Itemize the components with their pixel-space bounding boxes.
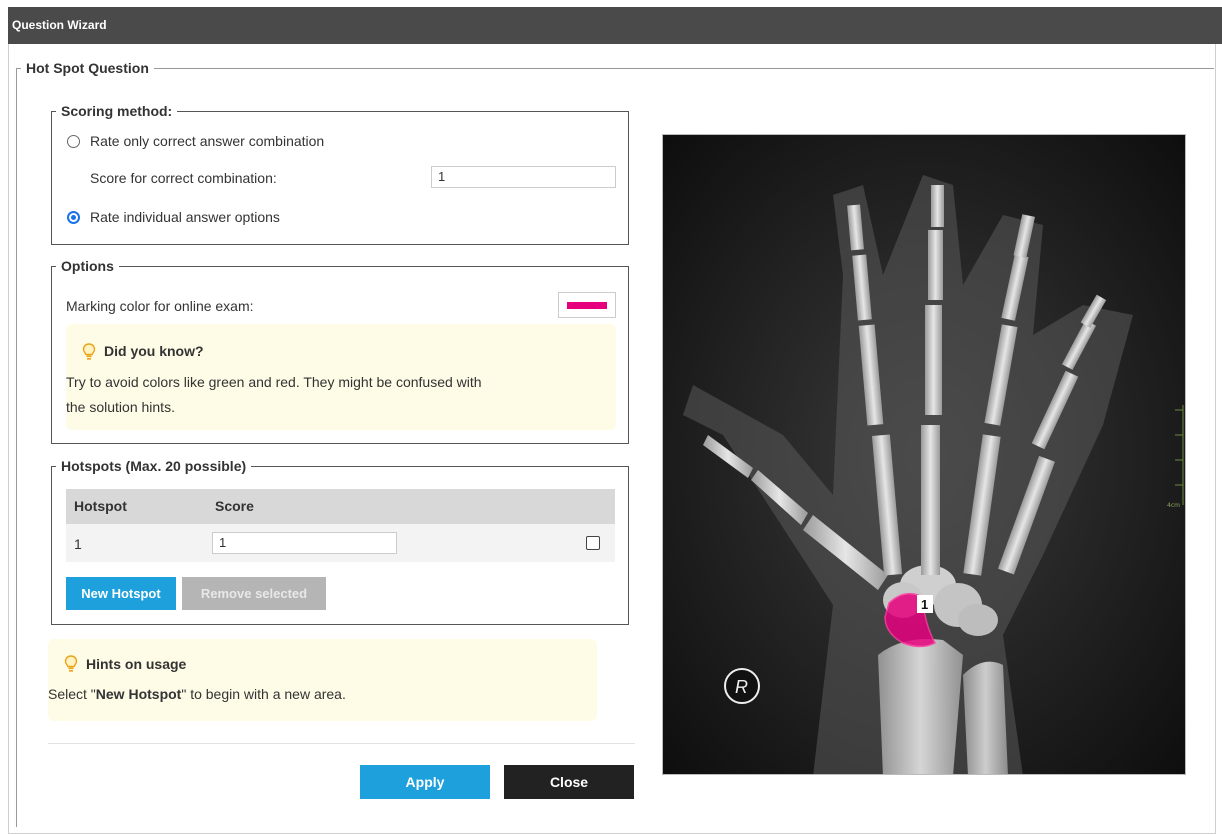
group-legend: Hot Spot Question bbox=[26, 60, 149, 76]
did-you-know-title: Did you know? bbox=[104, 343, 204, 359]
column-header-hotspot: Hotspot bbox=[74, 498, 127, 514]
radio-rate-combination[interactable] bbox=[67, 135, 80, 148]
close-button[interactable]: Close bbox=[504, 765, 634, 799]
did-you-know-box: Did you know? Try to avoid colors like g… bbox=[66, 324, 616, 430]
table-row[interactable]: 1 1 bbox=[66, 524, 615, 562]
hotspots-legend: Hotspots (Max. 20 possible) bbox=[61, 458, 247, 474]
footer-divider bbox=[48, 743, 635, 744]
hotspot-label: 1 bbox=[921, 597, 928, 612]
new-hotspot-button[interactable]: New Hotspot bbox=[66, 577, 176, 610]
hotspot-score-input[interactable]: 1 bbox=[212, 532, 397, 554]
radio-rate-combination-label[interactable]: Rate only correct answer combination bbox=[90, 133, 324, 149]
scoring-legend: Scoring method: bbox=[61, 103, 173, 119]
hotspot-id-cell: 1 bbox=[74, 536, 82, 552]
hotspots-table-header: Hotspot Score bbox=[66, 489, 615, 524]
window-title: Question Wizard bbox=[8, 7, 1222, 44]
hotspot-select-checkbox[interactable] bbox=[586, 536, 600, 550]
hints-text: Select "New Hotspot" to begin with a new… bbox=[48, 686, 346, 702]
hints-text-prefix: Select " bbox=[48, 686, 96, 702]
did-you-know-text-line2: the solution hints. bbox=[66, 399, 175, 415]
radio-rate-individual[interactable] bbox=[67, 211, 80, 224]
lightbulb-icon bbox=[64, 655, 78, 672]
column-header-score: Score bbox=[215, 498, 254, 514]
remove-selected-button[interactable]: Remove selected bbox=[182, 577, 326, 610]
radio-rate-individual-label[interactable]: Rate individual answer options bbox=[90, 209, 280, 225]
lightbulb-icon bbox=[82, 343, 96, 360]
hints-text-suffix: " to begin with a new area. bbox=[181, 686, 346, 702]
hints-title: Hints on usage bbox=[86, 656, 187, 672]
scale-label: 4cm bbox=[1167, 502, 1180, 509]
apply-button[interactable]: Apply bbox=[360, 765, 490, 799]
options-legend: Options bbox=[61, 258, 114, 274]
xray-image-canvas[interactable]: 4cm 1 R bbox=[662, 134, 1186, 775]
did-you-know-text-line1: Try to avoid colors like green and red. … bbox=[66, 374, 482, 390]
r-marker-label: R bbox=[735, 677, 748, 697]
score-combination-input[interactable]: 1 bbox=[431, 166, 616, 188]
hints-text-bold: New Hotspot bbox=[95, 686, 182, 702]
score-combination-label: Score for correct combination: bbox=[90, 170, 277, 186]
marking-color-label: Marking color for online exam: bbox=[66, 298, 254, 314]
xray-hand-image: 4cm 1 R bbox=[663, 135, 1185, 774]
hints-box: Hints on usage Select "New Hotspot" to b… bbox=[48, 639, 597, 721]
marking-color-swatch bbox=[567, 302, 607, 309]
marking-color-picker[interactable] bbox=[558, 292, 616, 318]
